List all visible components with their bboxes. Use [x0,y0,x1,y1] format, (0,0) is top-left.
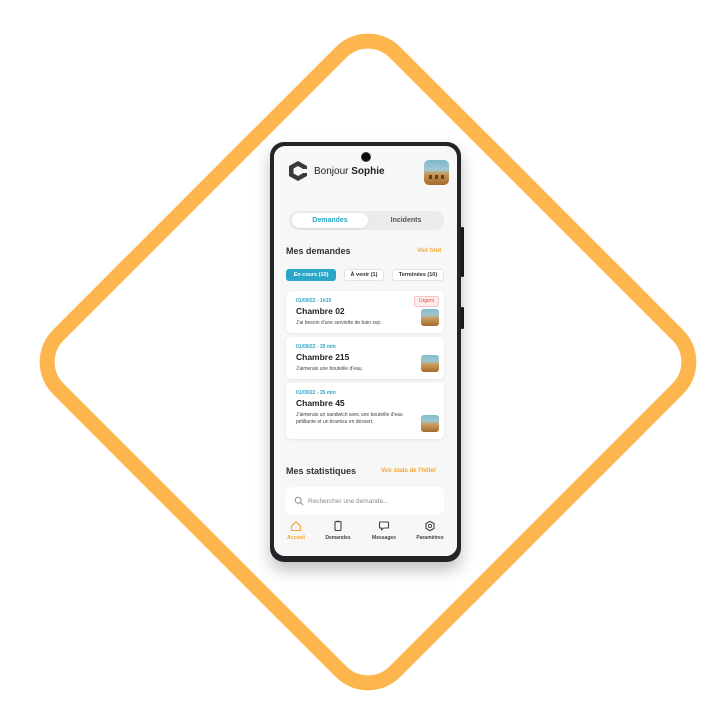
stats-title: Mes statistiques [286,466,357,476]
request-room: Chambre 02 [296,306,345,316]
document-icon [334,520,342,532]
request-message: J'aimerais une bouteille d'eau. [296,366,363,372]
phone-screen: Bonjour Sophie Demandes Incidents Mes de… [274,146,457,556]
requests-title: Mes demandes [286,246,351,256]
hotel-stats-link[interactable]: Voir stats de l'hôtel [381,468,436,474]
request-card[interactable]: 01/09/22 - 1h10 Chambre 02 J'ai besoin d… [286,291,444,333]
search-icon [294,496,304,506]
request-room: Chambre 215 [296,352,350,362]
room-thumbnail [421,355,439,372]
chat-icon [378,521,390,531]
request-room: Chambre 45 [296,398,345,408]
nav-label: Paramètres [416,535,444,541]
urgent-badge: Urgent [413,296,439,307]
settings-icon [425,520,435,532]
room-thumbnail [421,309,439,326]
request-date: 01/09/22 - 35 min [296,344,336,350]
greeting-text: Bonjour [314,166,349,177]
filter-a-venir[interactable]: À venir (1) [344,269,384,281]
tab-switcher: Demandes Incidents [289,211,444,230]
request-card[interactable]: 01/09/22 - 35 min Chambre 45 J'aimerais … [286,383,444,439]
request-message: J'ai besoin d'une serviette de bain svp. [296,320,382,326]
front-camera [362,153,370,161]
request-message: J'aimerais un sandwich avec une bouteill… [296,412,403,425]
greeting: Bonjour Sophie [314,166,385,177]
nav-item-demandes[interactable]: Demandes [318,520,358,541]
nav-item-messages[interactable]: Messages [364,520,404,541]
power-button [461,307,464,329]
search-bar[interactable]: Rechercher une demande... [286,487,444,515]
filter-en-cours[interactable]: En cours (10) [286,269,336,281]
tab-incidents[interactable]: Incidents [369,213,443,228]
user-name: Sophie [351,166,385,177]
phone-device: Bonjour Sophie Demandes Incidents Mes de… [270,142,464,562]
nav-label: Demandes [325,535,351,541]
volume-button [461,227,464,277]
search-input[interactable]: Rechercher une demande... [308,498,389,505]
nav-label: Messages [372,535,396,541]
home-icon [290,521,302,532]
app-logo-icon [289,161,308,181]
see-all-link[interactable]: Voir tout [417,248,441,254]
room-thumbnail [421,415,439,432]
bottom-nav: Accueil Demandes Messages Paramètres [274,516,457,556]
avatar[interactable] [424,160,449,185]
nav-label: Accueil [287,535,305,541]
request-date: 01/09/22 - 35 min [296,390,336,396]
request-card[interactable]: 01/09/22 - 35 min Chambre 215 J'aimerais… [286,337,444,379]
nav-item-accueil[interactable]: Accueil [276,520,316,541]
nav-item-parametres[interactable]: Paramètres [410,520,450,541]
tab-demandes[interactable]: Demandes [292,213,368,228]
filter-terminees[interactable]: Terminées (10) [392,269,444,281]
request-date: 01/09/22 - 1h10 [296,298,332,304]
